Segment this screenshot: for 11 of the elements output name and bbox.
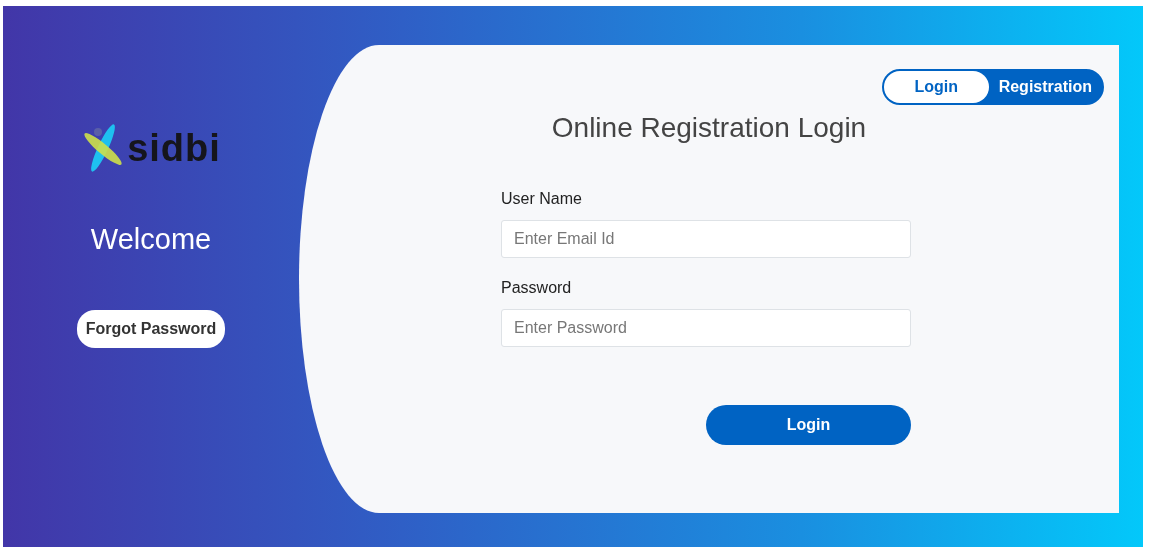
field-label: Password <box>501 278 573 298</box>
form-title: Online Registration Login <box>550 111 868 145</box>
logo-text: sidbi <box>127 129 221 167</box>
field-label: User Name <box>501 189 583 209</box>
welcome-heading: Welcome <box>90 222 212 257</box>
password-field[interactable]: Enter Password <box>501 309 911 347</box>
toggle-tab[interactable]: Login <box>883 71 989 103</box>
forgot-password-button[interactable]: Forgot Password <box>76 309 226 348</box>
email-field[interactable]: Enter Email Id <box>501 220 911 258</box>
login-button[interactable]: Login <box>706 405 911 445</box>
toggle-tab[interactable]: Registration <box>988 71 1102 103</box>
